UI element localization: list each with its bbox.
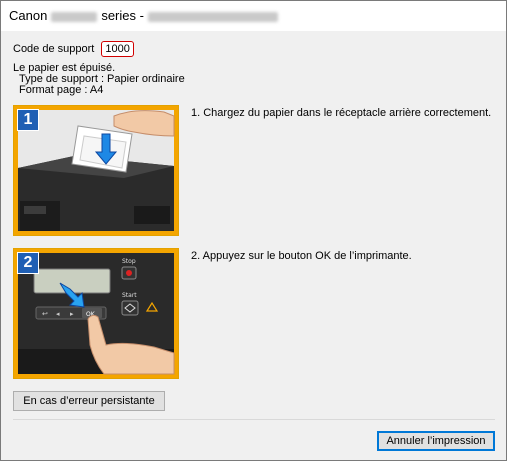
redacted-printer-name — [147, 11, 278, 22]
step2-instruction: 2. Appuyez sur le bouton OK de l’imprima… — [191, 250, 412, 262]
support-code-row: Code de support 1000 — [13, 41, 134, 57]
step2-badge-layer: 2 — [13, 248, 179, 379]
support-code-label: Code de support — [13, 43, 95, 55]
step1-instruction: 1. Chargez du papier dans le réceptacle … — [191, 107, 492, 119]
title-bar: Canon series - — [1, 1, 506, 31]
redacted-model-name — [51, 11, 98, 22]
error-dialog-window: Canon series - Code de support 1000 Le pa… — [0, 0, 507, 461]
step1-badge: 1 — [17, 109, 39, 131]
error-message: Le papier est épuisé. Type de support : … — [13, 63, 185, 96]
message-line-page-size: Format page : A4 — [19, 84, 104, 96]
persistent-error-button[interactable]: En cas d’erreur persistante — [13, 391, 165, 411]
footer-divider — [13, 419, 495, 420]
title-series: series - — [101, 8, 144, 23]
step1-badge-layer: 1 — [13, 105, 179, 236]
cancel-printing-button[interactable]: Annuler l’impression — [377, 431, 495, 451]
window-title: Canon series - — [9, 8, 278, 23]
support-code-value: 1000 — [101, 41, 134, 57]
step2-badge: 2 — [17, 252, 39, 274]
title-brand: Canon — [9, 8, 48, 23]
